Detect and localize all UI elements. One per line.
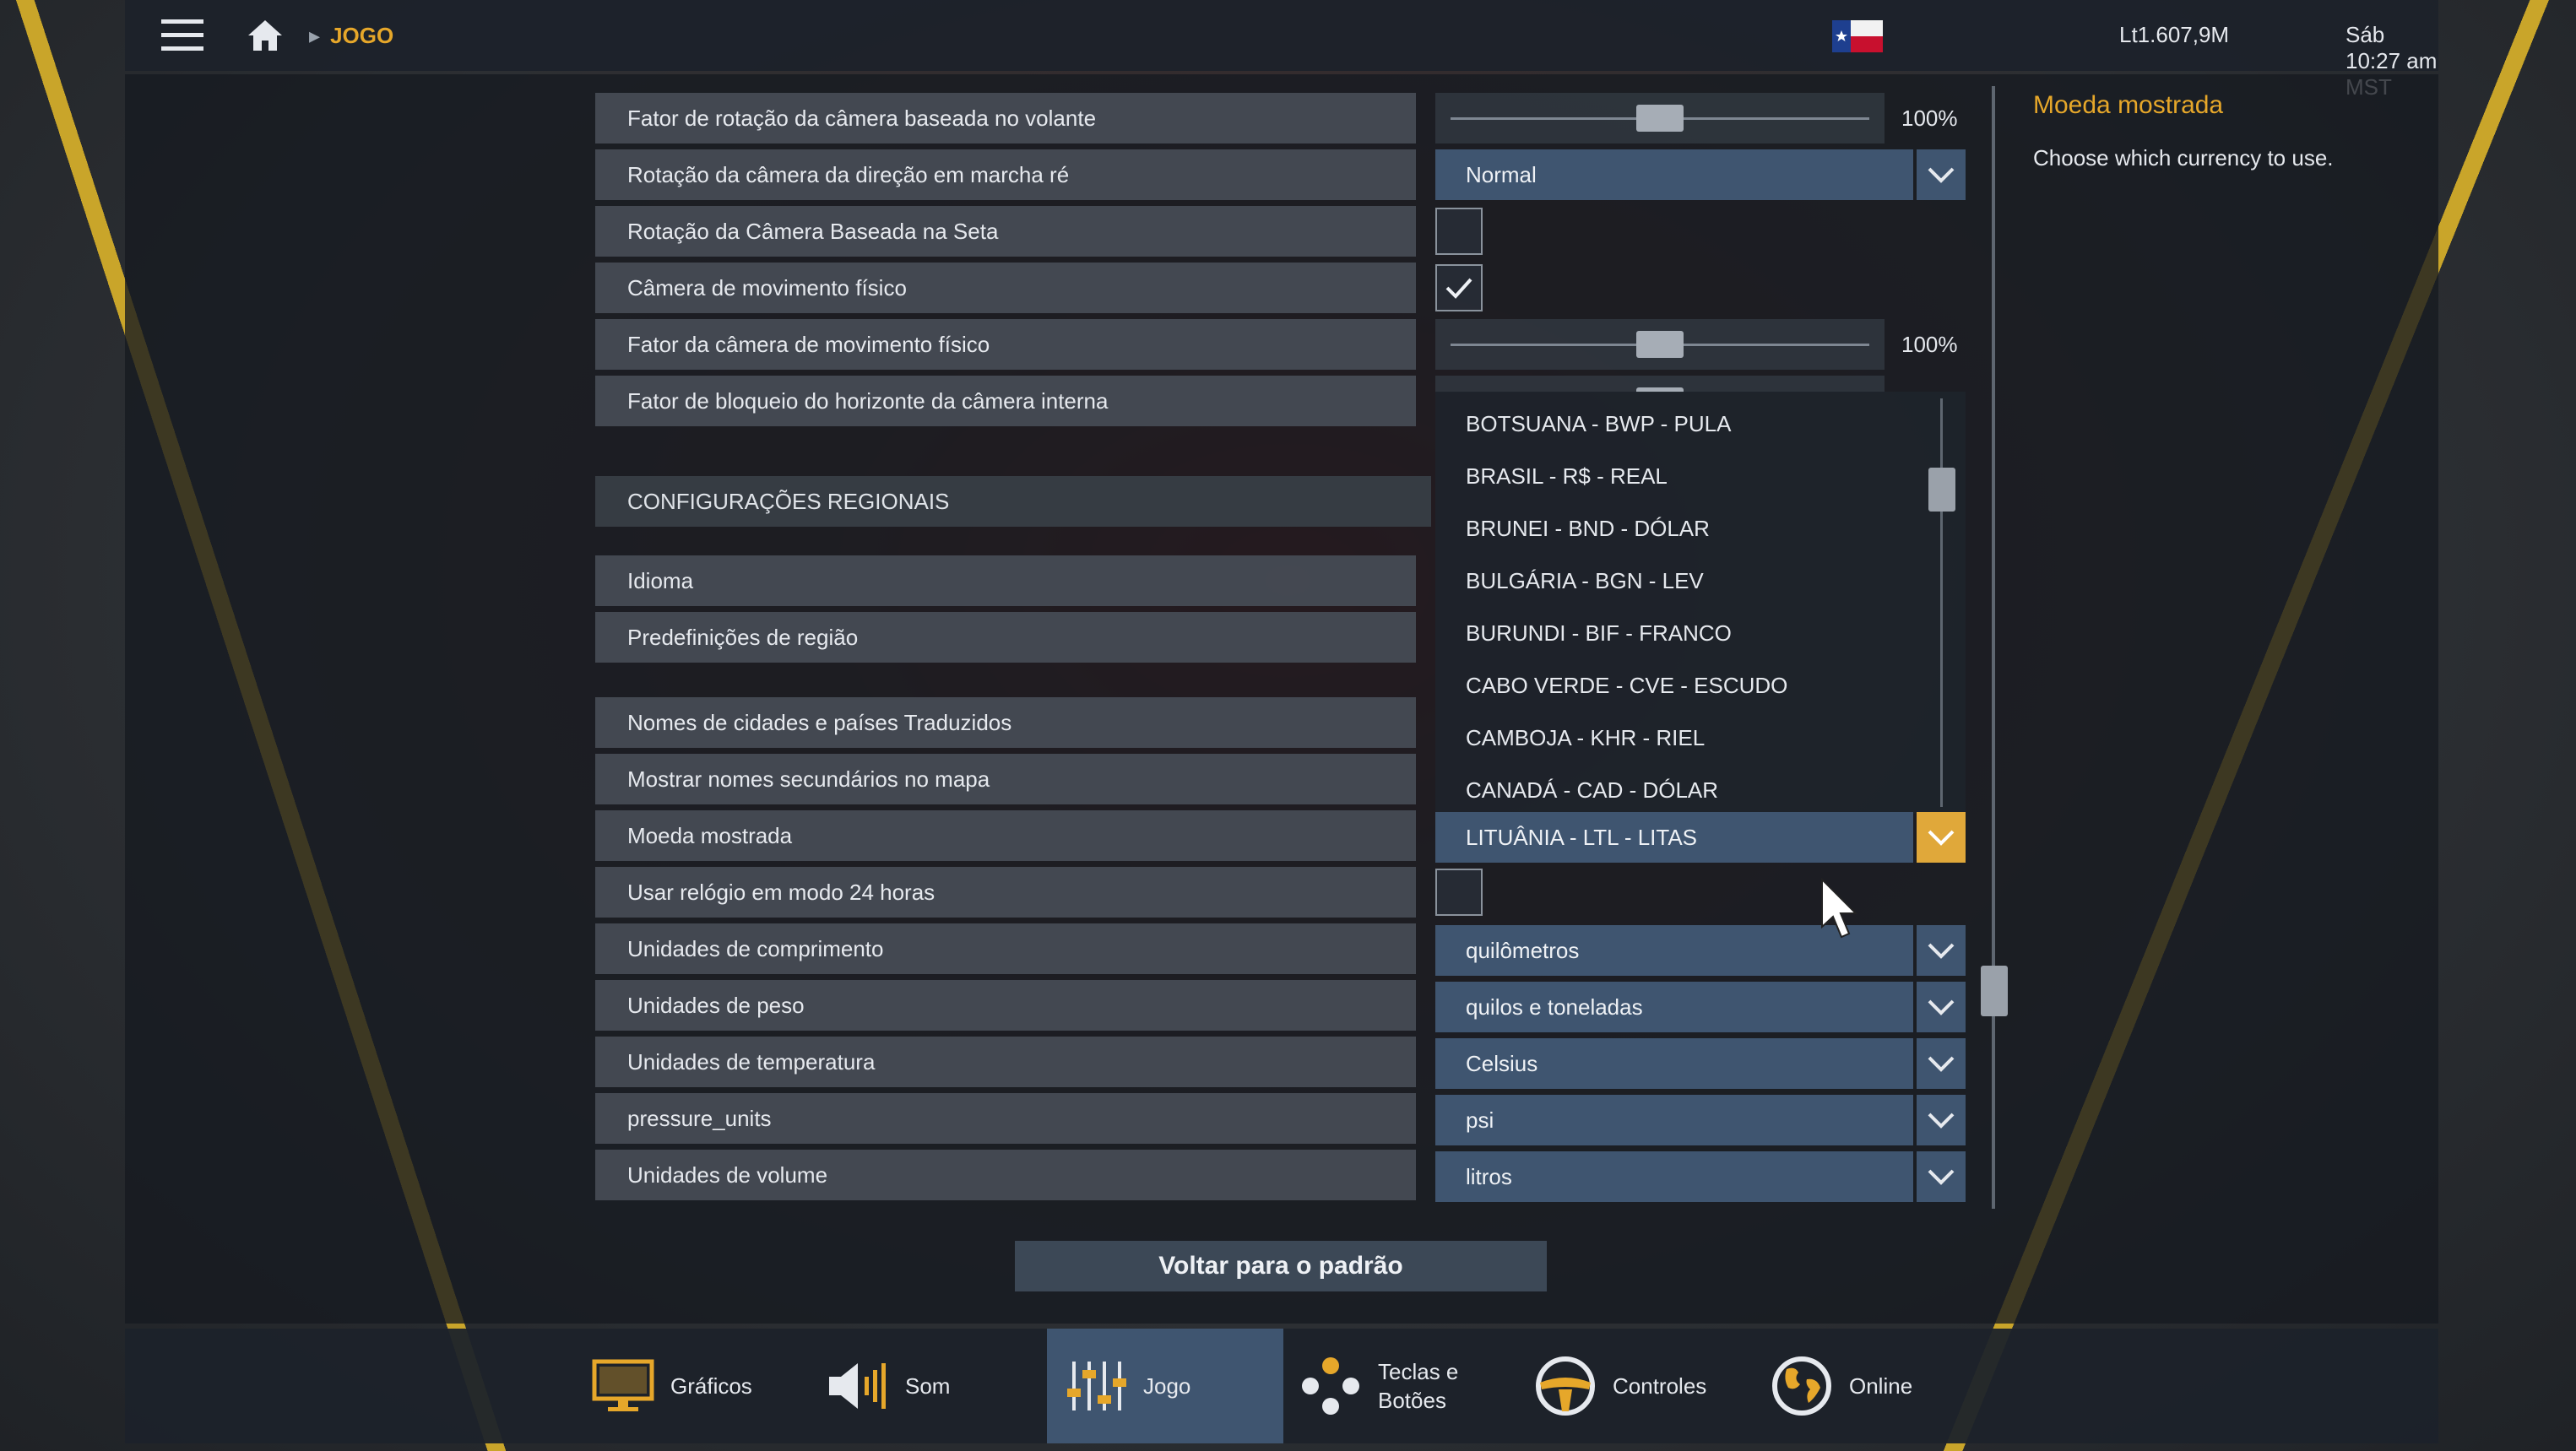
help-text: Choose which currency to use. [2033,145,2334,171]
row-label: Moeda mostrada [595,810,1416,861]
tab-som[interactable]: Som [826,1329,950,1443]
currency-dropdown-list: BOTSUANA - BWP - PULA BRASIL - R$ - REAL… [1435,392,1966,814]
row-label: Fator de bloqueio do horizonte da câmera… [595,376,1416,426]
settings-scroll-thumb[interactable] [1981,966,2008,1016]
row-label: Rotação da Câmera Baseada na Seta [595,206,1416,257]
volume-units-select[interactable]: litros [1435,1151,1913,1202]
chevron-down-icon[interactable] [1917,812,1966,863]
row-label: Usar relógio em modo 24 horas [595,867,1416,918]
hamburger-menu-icon[interactable] [155,8,209,62]
dropdown-scroll-thumb[interactable] [1928,468,1955,512]
dropdown-option[interactable]: BOTSUANA - BWP - PULA [1466,407,1731,441]
tab-controles[interactable]: Controles [1533,1329,1706,1443]
row-label: Fator da câmera de movimento físico [595,319,1416,370]
dropdown-option[interactable]: CANADÁ - CAD - DÓLAR [1466,773,1718,807]
tab-label: Teclas e Botões [1378,1359,1459,1413]
reset-defaults-button[interactable]: Voltar para o padrão [1015,1241,1547,1291]
breadcrumb[interactable]: JOGO [330,23,393,49]
steering-wheel-icon [1536,1356,1595,1416]
chevron-down-icon[interactable] [1917,925,1966,976]
dropdown-option[interactable]: BRASIL - R$ - REAL [1466,459,1668,493]
slider-value: 100% [1901,105,1958,131]
slider-value: 100% [1901,331,1958,357]
chevron-down-icon[interactable] [1917,1095,1966,1145]
globe-icon [1772,1356,1831,1416]
check-icon [1445,278,1472,299]
row-label: Fator de rotação da câmera baseada no vo… [595,93,1416,143]
slider-thumb[interactable] [1636,331,1684,358]
pressure-units-select[interactable]: psi [1435,1095,1913,1145]
physics-camera-slider[interactable] [1435,319,1885,370]
home-icon[interactable] [240,10,290,61]
weight-units-select[interactable]: quilos e toneladas [1435,982,1913,1032]
row-label: Unidades de comprimento [595,923,1416,974]
sliders-icon [1067,1362,1126,1410]
section-header: CONFIGURAÇÕES REGIONAIS [595,476,1431,527]
currency-select[interactable]: LITUÂNIA - LTL - LITAS [1435,812,1913,863]
tab-online[interactable]: Online [1770,1329,1912,1443]
camera-rotation-slider[interactable] [1435,93,1885,143]
dropdown-option[interactable]: CAMBOJA - KHR - RIEL [1466,721,1705,755]
reverse-rotation-select[interactable]: Normal [1435,149,1913,200]
tab-label: Jogo [1143,1373,1191,1399]
chevron-down-icon[interactable] [1917,982,1966,1032]
tab-graficos[interactable]: Gráficos [591,1329,752,1443]
help-title: Moeda mostrada [2033,91,2224,119]
row-label: Nomes de cidades e países Traduzidos [595,697,1416,748]
dropdown-scrollbar[interactable] [1940,398,1943,807]
row-label[interactable]: Idioma [595,555,1416,606]
settings-scrollbar[interactable] [1992,86,1995,1209]
tab-label: Controles [1613,1373,1707,1399]
slider-thumb[interactable] [1636,105,1684,132]
chevron-right-icon: ▸ [309,22,321,48]
dropdown-option[interactable]: BRUNEI - BND - DÓLAR [1466,512,1710,545]
tab-label: Som [905,1373,951,1399]
money-balance: Lt1.607,9M [2119,22,2230,47]
chevron-down-icon[interactable] [1917,149,1966,200]
row-label: Unidades de temperatura [595,1037,1416,1087]
arrow-rotation-checkbox[interactable] [1435,208,1483,255]
top-bar: ▸ JOGO Lt1.607,9M Sáb 10:27 am MST [125,0,2438,100]
bottom-nav-bar: Gráficos Som Jogo Teclas e Botões Contro… [125,1329,2438,1443]
mouse-cursor-icon [1821,878,1858,939]
tab-jogo[interactable]: Jogo [1047,1329,1283,1443]
tab-teclas-botoes[interactable]: Teclas e Botões [1299,1329,1471,1443]
chevron-down-icon[interactable] [1917,1038,1966,1089]
row-label: pressure_units [595,1093,1416,1144]
tab-label: Online [1849,1373,1913,1399]
physics-camera-checkbox[interactable] [1435,264,1483,311]
row-label: Unidades de peso [595,980,1416,1031]
dropdown-option[interactable]: CABO VERDE - CVE - ESCUDO [1466,669,1787,702]
row-label: Câmera de movimento físico [595,263,1416,313]
temperature-units-select[interactable]: Celsius [1435,1038,1913,1089]
row-label: Unidades de volume [595,1150,1416,1200]
speaker-icon [829,1363,886,1409]
dropdown-option[interactable]: BULGÁRIA - BGN - LEV [1466,564,1704,598]
gamepad-icon [1302,1357,1359,1415]
row-label[interactable]: Predefinições de região [595,612,1416,663]
clock-24h-checkbox[interactable] [1435,869,1483,916]
texas-flag-icon [1832,20,1883,52]
row-label: Rotação da câmera da direção em marcha r… [595,149,1416,200]
tab-label: Gráficos [670,1373,752,1399]
monitor-icon [592,1359,654,1411]
chevron-down-icon[interactable] [1917,1151,1966,1202]
row-label: Mostrar nomes secundários no mapa [595,754,1416,804]
horizon-lock-slider[interactable] [1435,376,1885,393]
dropdown-option[interactable]: BURUNDI - BIF - FRANCO [1466,616,1732,650]
